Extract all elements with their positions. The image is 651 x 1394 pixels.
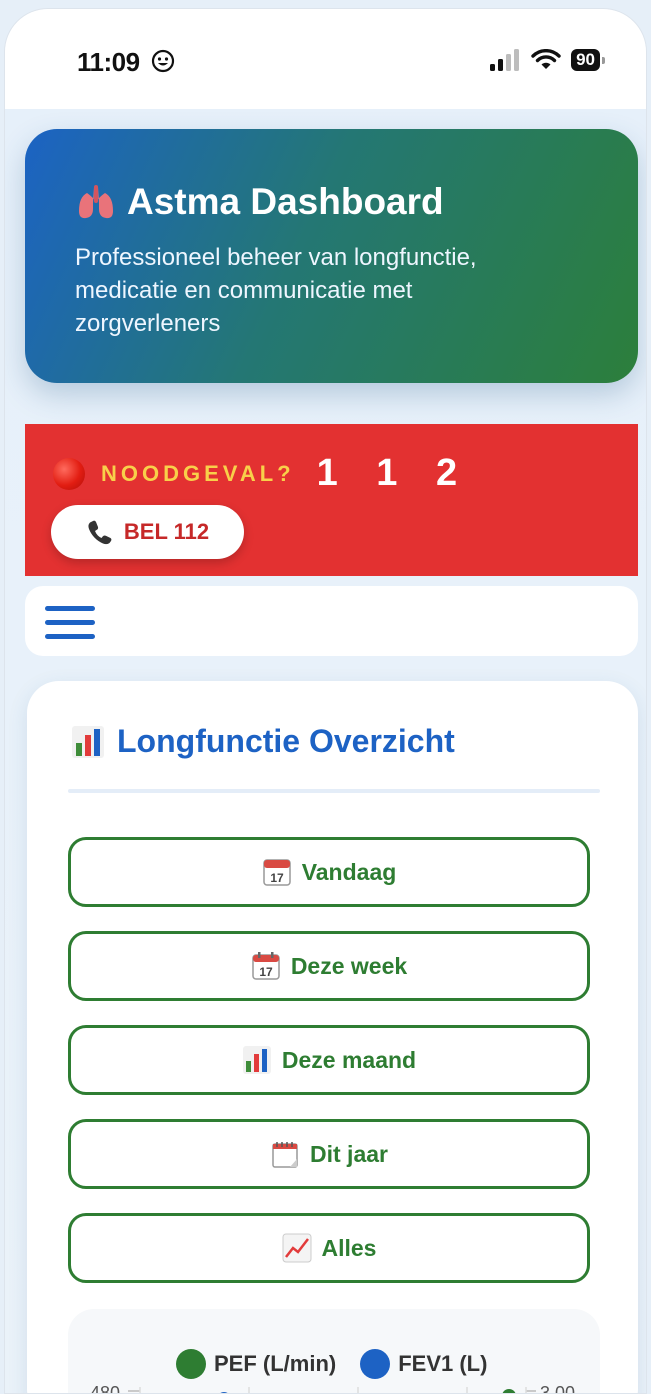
status-time: 11:09: [77, 47, 140, 77]
header-description: Professioneel beheer van longfunctie, me…: [75, 244, 477, 337]
call-112-button[interactable]: BEL 112: [51, 505, 244, 559]
period-label: Alles: [321, 1234, 377, 1261]
period-year-button[interactable]: Dit jaar: [68, 1119, 590, 1189]
red-circle-icon: [53, 457, 85, 490]
battery-icon: 90: [571, 49, 605, 71]
period-today-button[interactable]: 17 Vandaag: [68, 837, 590, 907]
period-all-button[interactable]: Alles: [68, 1213, 590, 1283]
spiral-calendar-icon: [272, 1142, 298, 1168]
chart-plot-area: [128, 1387, 536, 1393]
period-week-button[interactable]: 17 Deze week: [68, 931, 590, 1001]
dashboard-header: Astma Dashboard Professioneel beheer van…: [25, 129, 638, 383]
emergency-number: 1 1 2: [316, 452, 472, 494]
hamburger-menu-icon[interactable]: [45, 606, 95, 640]
lung-function-overview-card: Longfunctie Overzicht 17 Vandaag 17 Deze…: [27, 681, 638, 1393]
calendar-icon: 17: [262, 859, 291, 886]
svg-text:17: 17: [259, 965, 273, 979]
lung-function-chart: PEF (L/min) FEV1 (L) 480 3,00: [68, 1309, 600, 1393]
app-screen: 11:09 90 Astma Dashboard Professioneel b…: [4, 8, 647, 1394]
bar-chart-icon: [72, 725, 104, 758]
chart-increasing-icon: [282, 1233, 311, 1263]
emergency-banner: NOODGEVAL? 1 1 2 BEL 112: [25, 424, 638, 576]
wifi-icon: [531, 49, 561, 69]
period-month-button[interactable]: Deze maand: [68, 1025, 590, 1095]
navigation-bar: [25, 586, 638, 656]
lungs-icon: [79, 185, 113, 219]
signal-icon: [490, 49, 520, 71]
call-button-label: BEL 112: [123, 519, 210, 544]
section-title: Longfunctie Overzicht: [117, 723, 455, 759]
page-title: Astma Dashboard: [127, 181, 444, 222]
svg-text:17: 17: [270, 871, 284, 885]
period-label: Deze maand: [281, 1046, 417, 1073]
tear-off-calendar-icon: 17: [252, 952, 280, 980]
period-label: Deze week: [290, 952, 408, 979]
status-bar: 11:09 90: [5, 9, 646, 109]
bar-chart-icon: [242, 1046, 271, 1074]
smiley-icon: [151, 49, 175, 73]
period-label: Vandaag: [301, 858, 397, 885]
phone-icon: [88, 520, 112, 545]
period-label: Dit jaar: [310, 1140, 388, 1167]
emergency-label: NOODGEVAL?: [101, 460, 295, 486]
divider: [68, 789, 600, 793]
pef-data-point: [502, 1389, 516, 1393]
